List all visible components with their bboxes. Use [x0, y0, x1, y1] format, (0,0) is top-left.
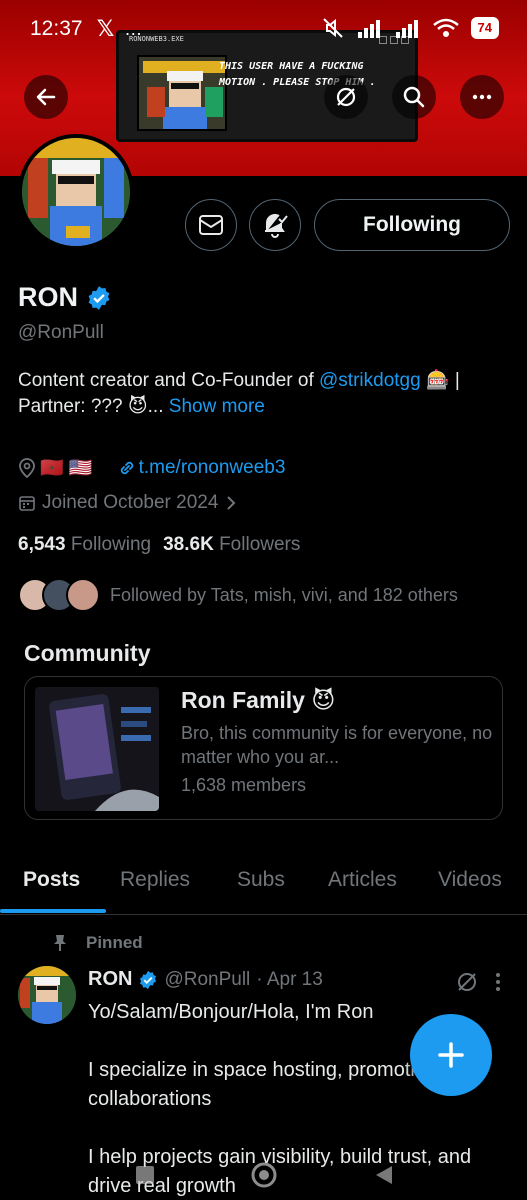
battery-indicator: 74 — [470, 17, 499, 39]
arrow-left-icon — [36, 88, 56, 106]
follow-counts: 6,543 Following 38.6K Followers — [18, 534, 300, 556]
post-handle: @RonPull — [164, 968, 251, 990]
bio-text: Content creator and Co-Founder of — [18, 370, 320, 391]
location-pin-icon — [19, 458, 35, 478]
community-title: Ron Family 😈 — [181, 687, 336, 713]
bell-check-icon — [265, 213, 288, 238]
banner-caption: THIS USER HAVE A FUCKING MOTION . PLEASE… — [219, 61, 376, 88]
profile-meta-joined[interactable]: Joined October 2024 — [18, 492, 238, 514]
message-button[interactable] — [185, 199, 237, 251]
notifications-button[interactable] — [249, 199, 301, 251]
followers-count: 38.6K — [163, 534, 214, 555]
profile-handle: @RonPull — [18, 322, 104, 343]
wifi-icon — [432, 18, 459, 37]
avatar — [66, 578, 100, 612]
profile-name-text: RON — [18, 282, 78, 312]
following-count-link[interactable]: 6,543 Following — [18, 534, 151, 556]
post-more-icon[interactable] — [492, 970, 504, 994]
profile-tabs: Posts Replies Subs Articles Videos — [0, 856, 527, 916]
link-icon — [120, 461, 133, 475]
mute-icon — [322, 18, 343, 38]
grok-button[interactable] — [324, 75, 368, 119]
followed-by-text: Followed by Tats, mish, vivi, and 182 ot… — [110, 584, 458, 605]
joined-date: Joined October 2024 — [42, 492, 219, 513]
banner-character-image — [137, 55, 227, 131]
status-time: 12:37 — [30, 17, 83, 40]
grok-icon[interactable] — [455, 970, 479, 994]
community-card[interactable]: Ron Family 😈 Bro, this community is for … — [24, 676, 503, 820]
active-tab-indicator — [0, 909, 106, 913]
community-members: 1,638 members — [181, 775, 307, 795]
show-more-link[interactable]: Show more — [169, 396, 265, 417]
home-icon[interactable] — [250, 1161, 278, 1189]
profile-meta-location: 🇲🇦 🇺🇸 t.me/rononweeb3 — [18, 456, 285, 480]
search-button[interactable] — [392, 75, 436, 119]
pin-icon — [54, 935, 66, 951]
tab-subs[interactable]: Subs — [237, 856, 285, 892]
following-count: 6,543 — [18, 534, 66, 555]
community-description: Bro, this community is for everyone, no … — [181, 723, 493, 767]
profile-avatar[interactable] — [18, 134, 134, 250]
chevron-right-icon — [227, 496, 236, 510]
profile-bio: Content creator and Co-Founder of @strik… — [18, 368, 513, 420]
verified-badge-icon — [140, 970, 157, 989]
more-options-button[interactable] — [460, 75, 504, 119]
website-link[interactable]: t.me/rononweeb3 — [139, 457, 286, 479]
tabs-divider — [0, 914, 527, 915]
status-more: … — [124, 18, 143, 39]
post-header: RON @RonPull · Apr 13 — [88, 968, 323, 991]
pinned-label: Pinned — [86, 933, 143, 952]
calendar-icon — [19, 496, 35, 511]
status-icons: 74 — [321, 16, 499, 40]
signal-icon — [357, 20, 380, 38]
profile-name: RON — [18, 282, 112, 313]
community-heading: Community — [24, 640, 151, 666]
tab-replies[interactable]: Replies — [120, 856, 190, 892]
bio-mention-link[interactable]: @strikdotgg — [319, 370, 421, 391]
following-button[interactable]: Following — [314, 199, 510, 251]
tab-videos[interactable]: Videos — [438, 856, 502, 892]
more-horizontal-icon — [472, 94, 492, 100]
pinned-indicator: Pinned — [52, 933, 143, 953]
envelope-icon — [199, 215, 223, 235]
location-flags: 🇲🇦 🇺🇸 — [40, 458, 93, 479]
grok-icon — [336, 87, 356, 107]
x-logo-icon: 𝕏 — [96, 16, 115, 41]
followers-label: Followers — [219, 534, 301, 555]
bio-emoji: 🎰 — [425, 370, 450, 391]
tab-articles[interactable]: Articles — [328, 856, 397, 892]
system-nav-bar — [0, 1150, 527, 1200]
back-button[interactable] — [24, 75, 68, 119]
plus-icon — [438, 1042, 464, 1068]
status-bar: 12:37 𝕏 … 74 — [0, 0, 527, 58]
post-author[interactable]: RON — [88, 968, 132, 991]
community-image — [35, 687, 159, 811]
recents-icon[interactable] — [134, 1164, 156, 1186]
verified-badge-icon — [88, 285, 110, 310]
search-icon — [403, 86, 425, 108]
following-label: Following — [70, 534, 152, 555]
tab-posts[interactable]: Posts — [23, 856, 80, 892]
compose-button[interactable] — [410, 1014, 492, 1096]
signal-icon-2 — [395, 20, 418, 38]
back-nav-icon[interactable] — [372, 1164, 394, 1186]
post-date: · Apr 13 — [256, 968, 323, 990]
followed-by[interactable]: Followed by Tats, mish, vivi, and 182 ot… — [18, 578, 458, 612]
followers-count-link[interactable]: 38.6K Followers — [163, 534, 300, 556]
post-avatar[interactable] — [18, 966, 76, 1024]
